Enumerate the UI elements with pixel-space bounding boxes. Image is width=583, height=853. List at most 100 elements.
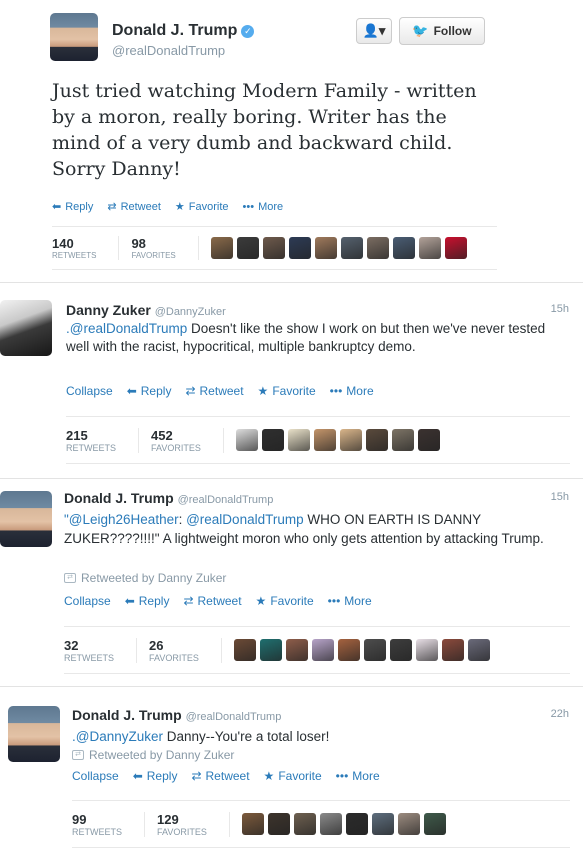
- user-actions-button[interactable]: 👤▾: [356, 18, 392, 44]
- reply-button[interactable]: ⬅ Reply: [127, 384, 172, 398]
- favorites-stat[interactable]: 26 FAVORITES: [149, 637, 222, 663]
- favoriter-avatar[interactable]: [236, 237, 259, 259]
- collapse-button[interactable]: Collapse: [72, 769, 119, 783]
- mention-link[interactable]: .@DannyZuker: [72, 729, 163, 744]
- favoriter-avatar[interactable]: [441, 639, 464, 661]
- favoriter-avatar[interactable]: [259, 639, 282, 661]
- collapse-button[interactable]: Collapse: [66, 384, 113, 398]
- favoriter-avatar[interactable]: [417, 429, 440, 451]
- favorites-stat[interactable]: 452 FAVORITES: [151, 427, 224, 453]
- mention-link[interactable]: .@realDonaldTrump: [66, 321, 187, 336]
- favorite-button[interactable]: ★ Favorite: [175, 200, 229, 214]
- favoriter-avatar[interactable]: [210, 237, 233, 259]
- favoriter-avatar[interactable]: [287, 429, 310, 451]
- favoriter-avatar[interactable]: [389, 639, 412, 661]
- author-name[interactable]: Danny Zuker: [66, 302, 151, 318]
- avatar[interactable]: [8, 706, 60, 762]
- tweet-stats: 215 RETWEETS 452 FAVORITES: [66, 416, 570, 464]
- favoriter-avatar[interactable]: [288, 237, 311, 259]
- star-icon: ★: [263, 769, 275, 783]
- favoriter-avatar[interactable]: [444, 237, 467, 259]
- ellipsis-icon: •••: [329, 384, 343, 398]
- avatar[interactable]: [0, 300, 52, 356]
- favoriter-avatar[interactable]: [366, 237, 389, 259]
- favorites-stat[interactable]: 129 FAVORITES: [157, 811, 230, 837]
- favoriter-avatar[interactable]: [397, 813, 420, 835]
- favorite-button[interactable]: ★ Favorite: [258, 384, 316, 398]
- favoriter-avatar[interactable]: [340, 237, 363, 259]
- author-handle[interactable]: @realDonaldTrump: [112, 43, 225, 58]
- tweet-timestamp[interactable]: 22h: [551, 708, 569, 720]
- favoriter-avatar[interactable]: [267, 813, 290, 835]
- favoriter-avatar[interactable]: [467, 639, 490, 661]
- favoriter-avatar[interactable]: [314, 237, 337, 259]
- retweet-icon: ⇄: [107, 201, 117, 213]
- retweeted-by-label[interactable]: Retweeted by Danny Zuker: [89, 748, 234, 762]
- favoriters-faces: [210, 237, 471, 259]
- favoriter-avatar[interactable]: [337, 639, 360, 661]
- reply-label: Reply: [138, 594, 170, 608]
- author-handle[interactable]: @realDonaldTrump: [178, 494, 274, 506]
- favoriter-avatar[interactable]: [392, 237, 415, 259]
- retweet-button[interactable]: ⇄ Retweet: [185, 384, 243, 398]
- retweets-label: RETWEETS: [52, 251, 97, 260]
- favoriters-faces: [235, 429, 444, 451]
- favoriter-avatar[interactable]: [319, 813, 342, 835]
- favorite-button[interactable]: ★ Favorite: [264, 769, 322, 783]
- favoriter-avatar[interactable]: [371, 813, 394, 835]
- author-name[interactable]: Donald J. Trump: [112, 22, 237, 39]
- mention-link[interactable]: @realDonaldTrump: [186, 512, 304, 527]
- reply-button[interactable]: ⬅ Reply: [125, 594, 170, 608]
- reply-button[interactable]: ⬅ Reply: [133, 769, 178, 783]
- favoriter-avatar[interactable]: [345, 813, 368, 835]
- favoriter-avatar[interactable]: [365, 429, 388, 451]
- retweets-stat[interactable]: 215 RETWEETS: [66, 427, 140, 453]
- favoriter-avatar[interactable]: [241, 813, 264, 835]
- collapse-button[interactable]: Collapse: [64, 594, 111, 608]
- author-name[interactable]: Donald J. Trump: [64, 490, 174, 506]
- retweet-label: Retweet: [205, 769, 250, 783]
- colon: :: [178, 512, 187, 527]
- favoriter-avatar[interactable]: [313, 429, 336, 451]
- mention-link[interactable]: @Leigh26Heather: [69, 512, 179, 527]
- reply-button[interactable]: ⬅ Reply: [52, 200, 93, 214]
- favoriter-avatar[interactable]: [293, 813, 316, 835]
- retweet-button[interactable]: ⇄ Retweet: [107, 200, 161, 214]
- favoriter-avatar[interactable]: [233, 639, 256, 661]
- more-label: More: [352, 769, 380, 783]
- retweets-stat[interactable]: 99 RETWEETS: [72, 811, 146, 837]
- author-name[interactable]: Donald J. Trump: [72, 707, 182, 723]
- author-handle[interactable]: @realDonaldTrump: [186, 711, 282, 723]
- retweets-stat[interactable]: 140 RETWEETS: [52, 236, 120, 260]
- favoriter-avatar[interactable]: [262, 237, 285, 259]
- favorite-button[interactable]: ★ Favorite: [256, 594, 314, 608]
- more-button[interactable]: ••• More: [336, 769, 380, 783]
- retweet-button[interactable]: ⇄ Retweet: [183, 594, 241, 608]
- favoriter-avatar[interactable]: [363, 639, 386, 661]
- retweeted-by-label[interactable]: Retweeted by Danny Zuker: [81, 571, 226, 585]
- favorites-stat[interactable]: 98 FAVORITES: [131, 236, 199, 260]
- more-button[interactable]: ••• More: [330, 384, 374, 398]
- favorite-label: Favorite: [270, 594, 314, 608]
- favoriter-avatar[interactable]: [311, 639, 334, 661]
- favoriter-avatar[interactable]: [418, 237, 441, 259]
- more-button[interactable]: ••• More: [243, 201, 284, 213]
- author-handle[interactable]: @DannyZuker: [155, 306, 226, 318]
- favoriter-avatar[interactable]: [285, 639, 308, 661]
- tweet-timestamp[interactable]: 15h: [551, 491, 569, 503]
- more-button[interactable]: ••• More: [328, 594, 372, 608]
- follow-button[interactable]: 🐦 Follow: [399, 17, 485, 45]
- favoriter-avatar[interactable]: [339, 429, 362, 451]
- favoriter-avatar[interactable]: [423, 813, 446, 835]
- retweet-button[interactable]: ⇄ Retweet: [191, 769, 249, 783]
- favoriter-avatar[interactable]: [415, 639, 438, 661]
- favoriter-avatar[interactable]: [261, 429, 284, 451]
- avatar[interactable]: [0, 491, 52, 547]
- retweet-label: Retweet: [120, 200, 161, 213]
- tweet-timestamp[interactable]: 15h: [551, 303, 569, 315]
- retweets-stat[interactable]: 32 RETWEETS: [64, 637, 138, 663]
- tweet-card: Donald J. Trump @realDonaldTrump 15h "@L…: [0, 483, 583, 678]
- favoriter-avatar[interactable]: [235, 429, 258, 451]
- avatar[interactable]: [50, 13, 98, 61]
- favoriter-avatar[interactable]: [391, 429, 414, 451]
